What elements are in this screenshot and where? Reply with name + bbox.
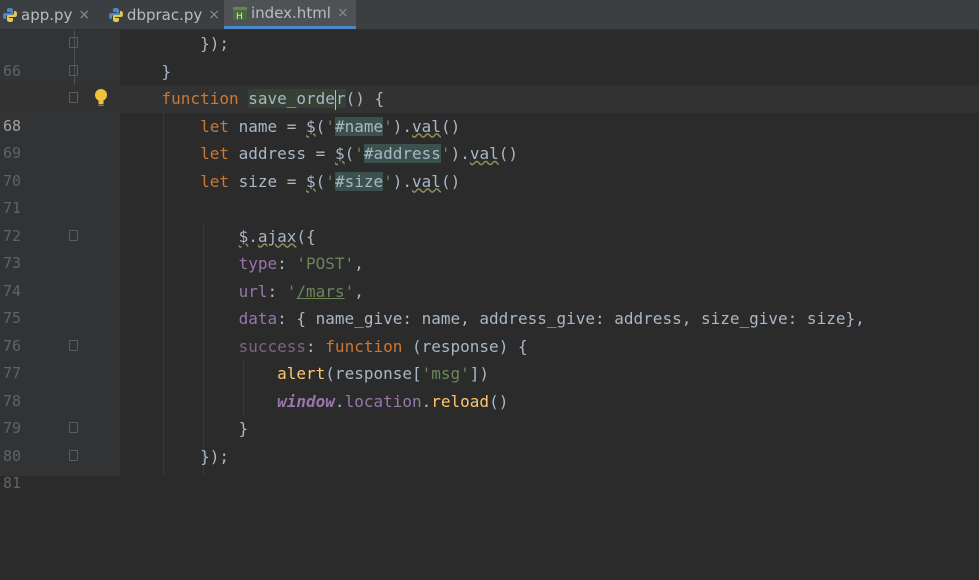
fold-marker-icon[interactable] — [69, 422, 78, 433]
code-line: 67 } — [0, 57, 979, 107]
code-line: 71 let size = $('#size').val() — [0, 168, 979, 217]
code-line: 81 }); — [0, 443, 979, 493]
code-text: } — [161, 61, 172, 81]
code-text: url: '/mars', — [238, 281, 364, 301]
code-line: 78 alert(response['msg']) — [0, 360, 979, 410]
code-text: let name = $('#name').val() — [200, 116, 461, 136]
code-text: window.location.reload() — [277, 391, 509, 411]
code-line: 75 url: '/mars', — [0, 278, 979, 328]
fold-marker-icon[interactable] — [69, 339, 78, 351]
code-line-current: 68 function save_order() { — [0, 85, 979, 135]
code-editor[interactable]: 66 }); 67 } 68 function save_order() { 6… — [0, 30, 979, 493]
tab-dbprac-py[interactable]: dbprac.py × — [108, 0, 220, 29]
tab-label: dbprac.py — [126, 5, 203, 24]
code-text: }); — [123, 30, 229, 58]
function-name-highlight: save_orde — [248, 89, 335, 108]
svg-text:H: H — [236, 12, 243, 21]
code-content: }); — [200, 34, 229, 53]
close-icon[interactable]: × — [337, 5, 349, 21]
code-line: 74 type: 'POST', — [0, 250, 979, 300]
code-text: type: 'POST', — [238, 254, 364, 273]
fold-marker-icon[interactable] — [69, 229, 78, 241]
code-text: function save_order() { — [161, 89, 385, 110]
code-line: 70 let address = $('#address').val() — [0, 140, 979, 190]
code-text: let size = $('#size').val() — [200, 171, 461, 191]
code-text: $.ajax({ — [238, 226, 316, 246]
code-text: success: function (response) { — [238, 336, 528, 356]
lightbulb-icon[interactable] — [93, 88, 109, 108]
tab-label: app.py — [21, 5, 73, 24]
fold-marker-icon[interactable] — [69, 64, 78, 76]
code-line: 77 success: function (response) { — [0, 333, 979, 383]
code-line: 73 $.ajax({ — [0, 223, 979, 273]
code-line: 66 }); — [0, 30, 979, 80]
code-line: 80 } — [0, 415, 979, 465]
code-text: let address = $('#address').val() — [200, 144, 518, 163]
tab-index-html[interactable]: H index.html × — [224, 0, 356, 29]
tab-label: index.html — [251, 4, 331, 22]
code-text: }); — [123, 446, 229, 466]
code-text: } — [238, 419, 249, 438]
html-icon: H — [233, 7, 247, 21]
tab-app-py[interactable]: app.py × — [0, 0, 92, 29]
line-number: 81 — [3, 474, 22, 492]
code-line: 79 window.location.reload() — [0, 388, 979, 438]
code-line: 76 data: { name_give: name, address_give… — [0, 305, 979, 355]
code-line: 72 — [0, 195, 979, 245]
code-text: data: { name_give: name, address_give: a… — [238, 309, 865, 328]
close-icon[interactable]: × — [208, 7, 220, 23]
close-icon[interactable]: × — [78, 7, 90, 23]
python-icon — [108, 7, 123, 22]
python-icon — [3, 7, 17, 22]
code-text: alert(response['msg']) — [277, 364, 490, 383]
fold-marker-icon[interactable] — [69, 37, 78, 48]
editor-tab-bar: app.py × dbprac.py × H index.html × — [0, 0, 979, 30]
code-line: 69 let name = $('#name').val() — [0, 113, 979, 162]
fold-marker-icon[interactable] — [69, 92, 78, 103]
fold-marker-icon[interactable] — [69, 449, 78, 461]
